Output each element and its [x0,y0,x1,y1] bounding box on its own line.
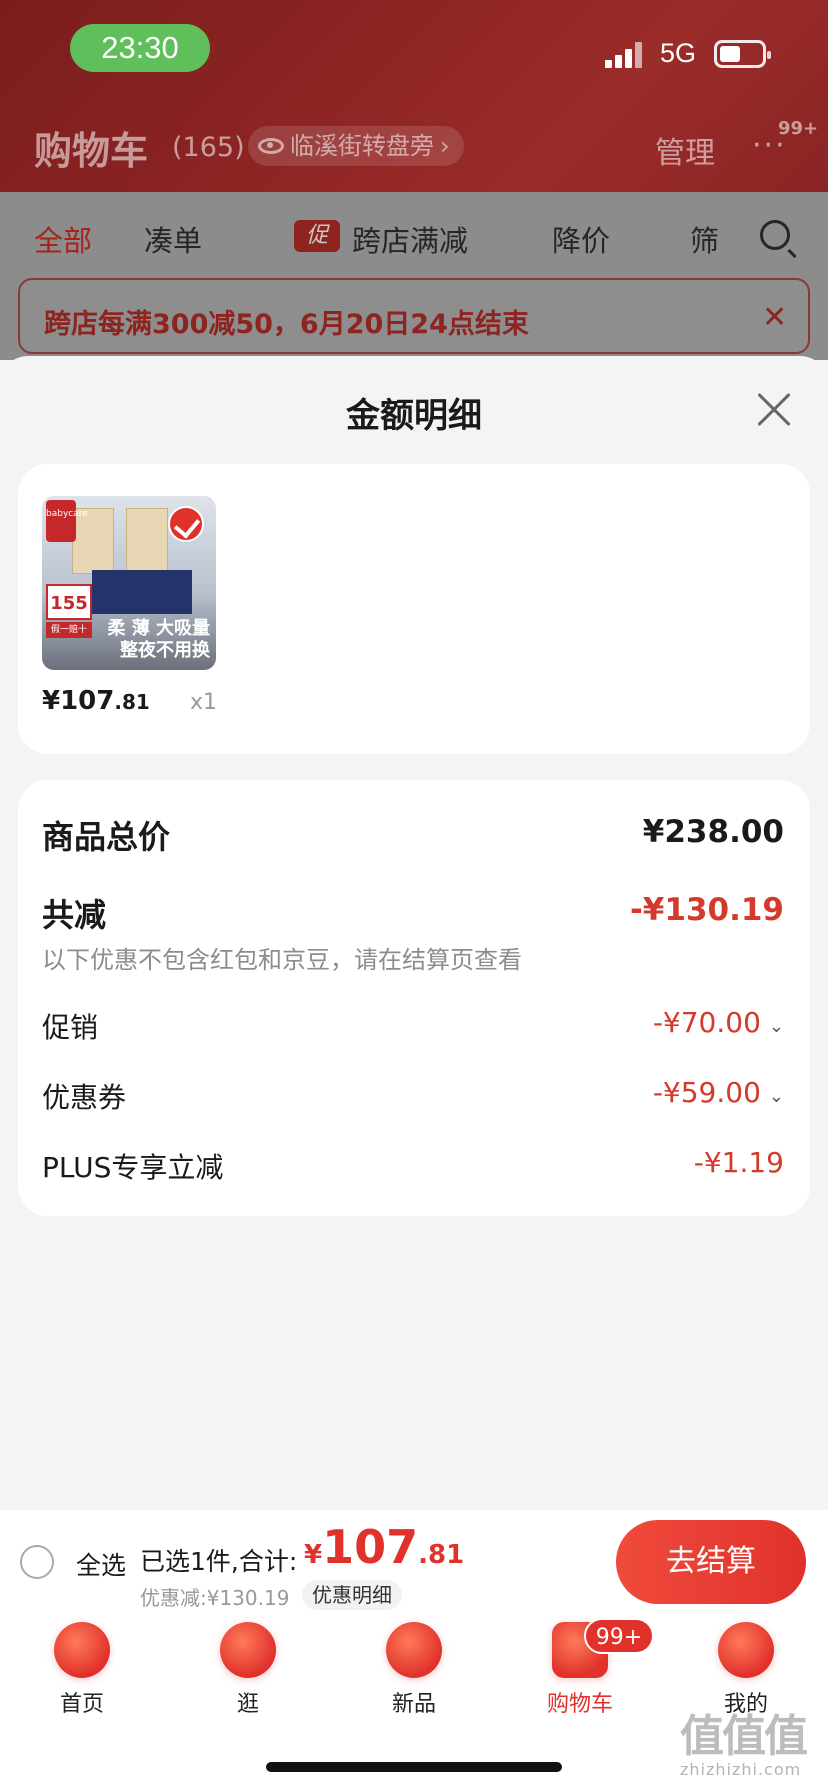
chevron-right-icon: › [440,132,450,160]
image-price-sub: 假一赔十 [46,622,92,638]
profile-icon [718,1622,774,1678]
total-label: 商品总价 [42,818,171,856]
brand-logo: babycare [46,500,88,542]
home-icon [54,1622,110,1678]
image-price-tag: 155 [46,584,92,620]
promo-value: -¥70.00 [652,1006,761,1039]
status-time: 23:30 [70,24,210,72]
nav-label: 首页 [59,1692,104,1717]
new-products-icon [386,1622,442,1678]
selected-check-icon[interactable] [168,506,204,542]
search-icon[interactable] [760,220,790,250]
reduce-value: -¥130.19 [629,892,784,928]
network-label: 5G [660,38,697,68]
total-dec: .81 [418,1540,465,1570]
eye-icon [258,138,284,154]
image-slogan-line: 柔 薄 大吸量 [107,618,210,639]
nav-browse[interactable]: 逛 [198,1622,298,1718]
checkout-total: ¥107.81 [304,1520,464,1574]
package-graphic [92,570,192,614]
discount-detail-button[interactable]: 优惠明细 [302,1580,402,1610]
package-graphic [126,508,168,574]
promo-banner-text: 跨店每满300减50，6月20日24点结束 [44,309,529,340]
close-sheet-icon[interactable] [756,392,792,428]
nav-label: 逛 [236,1692,259,1717]
coupon-label: 优惠券 [42,1081,127,1114]
plus-label: PLUS专享立减 [42,1151,224,1184]
watermark: 值值值 [680,1711,808,1762]
tab-all[interactable]: 全部 [34,218,92,260]
sheet-title: 金额明细 [346,396,482,436]
nav-home[interactable]: 首页 [32,1622,132,1718]
product-price-int: ¥107 [42,686,115,716]
promo-row[interactable]: -¥70.00 ⌄ [653,1006,784,1039]
product-price-dec: .81 [114,690,150,714]
coupon-value: -¥59.00 [652,1076,761,1109]
currency-symbol: ¥ [304,1540,323,1570]
watermark-url: zhizhizhi.com [680,1760,802,1779]
address-text: 临溪街转盘旁 [290,132,434,160]
tab-cross-store[interactable]: 跨店满减 [352,218,468,260]
image-slogan-line: 整夜不用换 [120,640,210,661]
discount-summary: 优惠减:¥130.19 [140,1586,290,1610]
reduce-label: 共减 [42,896,107,934]
manage-button[interactable]: 管理 [655,128,715,172]
browse-icon [220,1622,276,1678]
select-all-label[interactable]: 全选 [76,1546,126,1582]
select-all-radio[interactable] [20,1545,54,1579]
image-slogan: 柔 薄 大吸量 整夜不用换 [96,618,210,662]
tab-bundle[interactable]: 凑单 [144,218,202,260]
cart-badge: 99+ [584,1618,654,1654]
address-selector[interactable]: 临溪街转盘旁 › [248,126,464,166]
close-icon[interactable]: ✕ [762,300,787,335]
nav-label: 购物车 [546,1692,613,1717]
plus-value: -¥1.19 [693,1146,784,1179]
chevron-down-icon: ⌄ [768,1086,784,1107]
coupon-row[interactable]: -¥59.00 ⌄ [653,1076,784,1109]
signal-icon [605,42,647,68]
selected-summary: 已选1件,合计: [140,1547,298,1576]
nav-new[interactable]: 新品 [364,1622,464,1718]
product-price: ¥107.81 [42,686,150,716]
promo-label: 促销 [42,1011,99,1044]
chevron-down-icon: ⌄ [768,1016,784,1037]
home-indicator [266,1762,562,1772]
total-int: 107 [322,1520,419,1574]
checkout-button[interactable]: 去结算 [616,1520,806,1604]
total-value: ¥238.00 [642,814,784,850]
discount-note: 以下优惠不包含红包和京豆，请在结算页查看 [42,946,522,974]
page-title: 购物车 [34,129,149,173]
product-quantity: x1 [190,690,218,715]
tab-filter[interactable]: 筛 [690,218,719,260]
promo-tag: 促 [294,220,340,252]
message-badge: 99+ [778,118,819,139]
battery-icon [714,40,771,68]
nav-label: 新品 [391,1692,436,1717]
tab-price-drop[interactable]: 降价 [552,218,610,260]
cart-count: (165) [172,132,245,163]
